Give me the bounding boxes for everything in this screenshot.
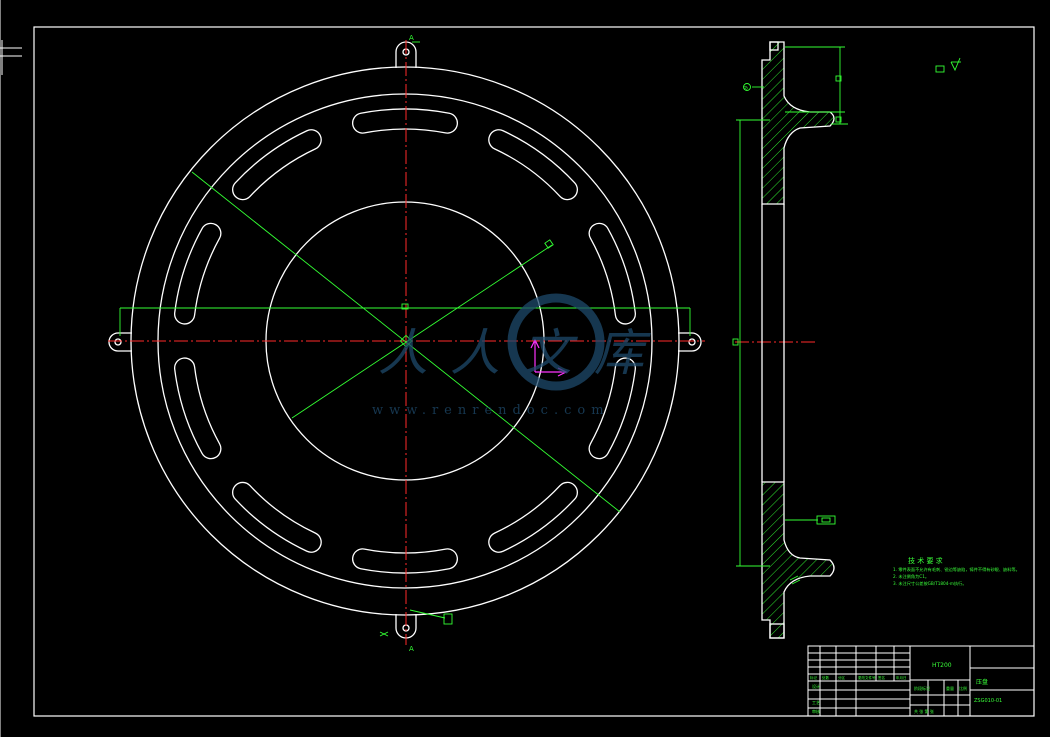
title-part-name: 压盘: [976, 678, 988, 686]
title-material: HT200: [932, 662, 952, 669]
watermark: 人人文库 www.renrendoc.com: [372, 293, 666, 418]
roughness-symbol: [935, 57, 961, 73]
title-design-label: 设计: [812, 683, 820, 689]
section-bottom: [761, 481, 835, 639]
tech-note-line: 2. 未注倒角为C1。: [893, 573, 929, 580]
title-row-label: 更改文件号: [858, 675, 876, 680]
arc-slot: [232, 129, 322, 201]
arc-slot: [352, 108, 458, 134]
title-scale-label: 比例: [959, 685, 967, 691]
title-row-label: 分区: [838, 675, 846, 680]
lug-right-hole: [688, 338, 696, 346]
section-top: [761, 41, 835, 205]
tech-notes: 技 术 要 求 1. 零件表面不允许有毛刺、锐边等缺陷，铸件不得有砂眼、缺料等。…: [893, 556, 1020, 587]
centerline-label-bottom: A: [409, 645, 414, 653]
title-row-label: 处数: [822, 675, 830, 680]
lug-left-hole: [114, 338, 122, 346]
cad-drawing-canvas[interactable]: A A ⊘ 技 术 要 求 1. 零件表面不允许有毛刺、锐边等缺陷，铸件不得有砂…: [0, 0, 1050, 737]
title-row-label: 年月日: [896, 675, 907, 680]
arc-slot: [174, 357, 222, 460]
centerline-label-top: A: [409, 34, 414, 42]
title-sheet-label: 共 张 第 张: [914, 708, 934, 714]
tech-note-line: 3. 未注尺寸公差按GB/T1804-m执行。: [893, 580, 967, 587]
watermark-url: www.renrendoc.com: [372, 403, 610, 418]
side-view: ⊘: [732, 41, 848, 639]
arc-slot: [352, 548, 458, 574]
arc-slot: [488, 481, 578, 553]
title-check-label: 审核: [812, 708, 820, 714]
tech-note-line: 1. 零件表面不允许有毛刺、锐边等缺陷，铸件不得有砂眼、缺料等。: [893, 566, 1020, 573]
ucs-edge-marks: [0, 0, 22, 737]
title-row-label: 签名: [878, 675, 885, 680]
watermark-brand: 人人文库: [378, 324, 666, 382]
title-weight-label: 重量: [946, 685, 954, 691]
arc-slot: [488, 129, 578, 201]
arc-slot: [174, 222, 222, 325]
title-row-label: 标记: [810, 675, 818, 680]
title-stage-label: 阶段标记: [914, 685, 930, 691]
surface-symbol: ⊘: [743, 85, 748, 92]
title-block: HT200 压盘 ZSG010-01 标记 处数 分区 更改文件号 签名 年月日…: [807, 645, 1035, 717]
title-process-label: 工艺: [812, 700, 820, 705]
tech-notes-title: 技 术 要 求: [908, 556, 943, 565]
arc-slot: [232, 481, 322, 553]
arc-slot: [588, 222, 636, 325]
title-drawing-no: ZSG010-01: [974, 698, 1002, 704]
